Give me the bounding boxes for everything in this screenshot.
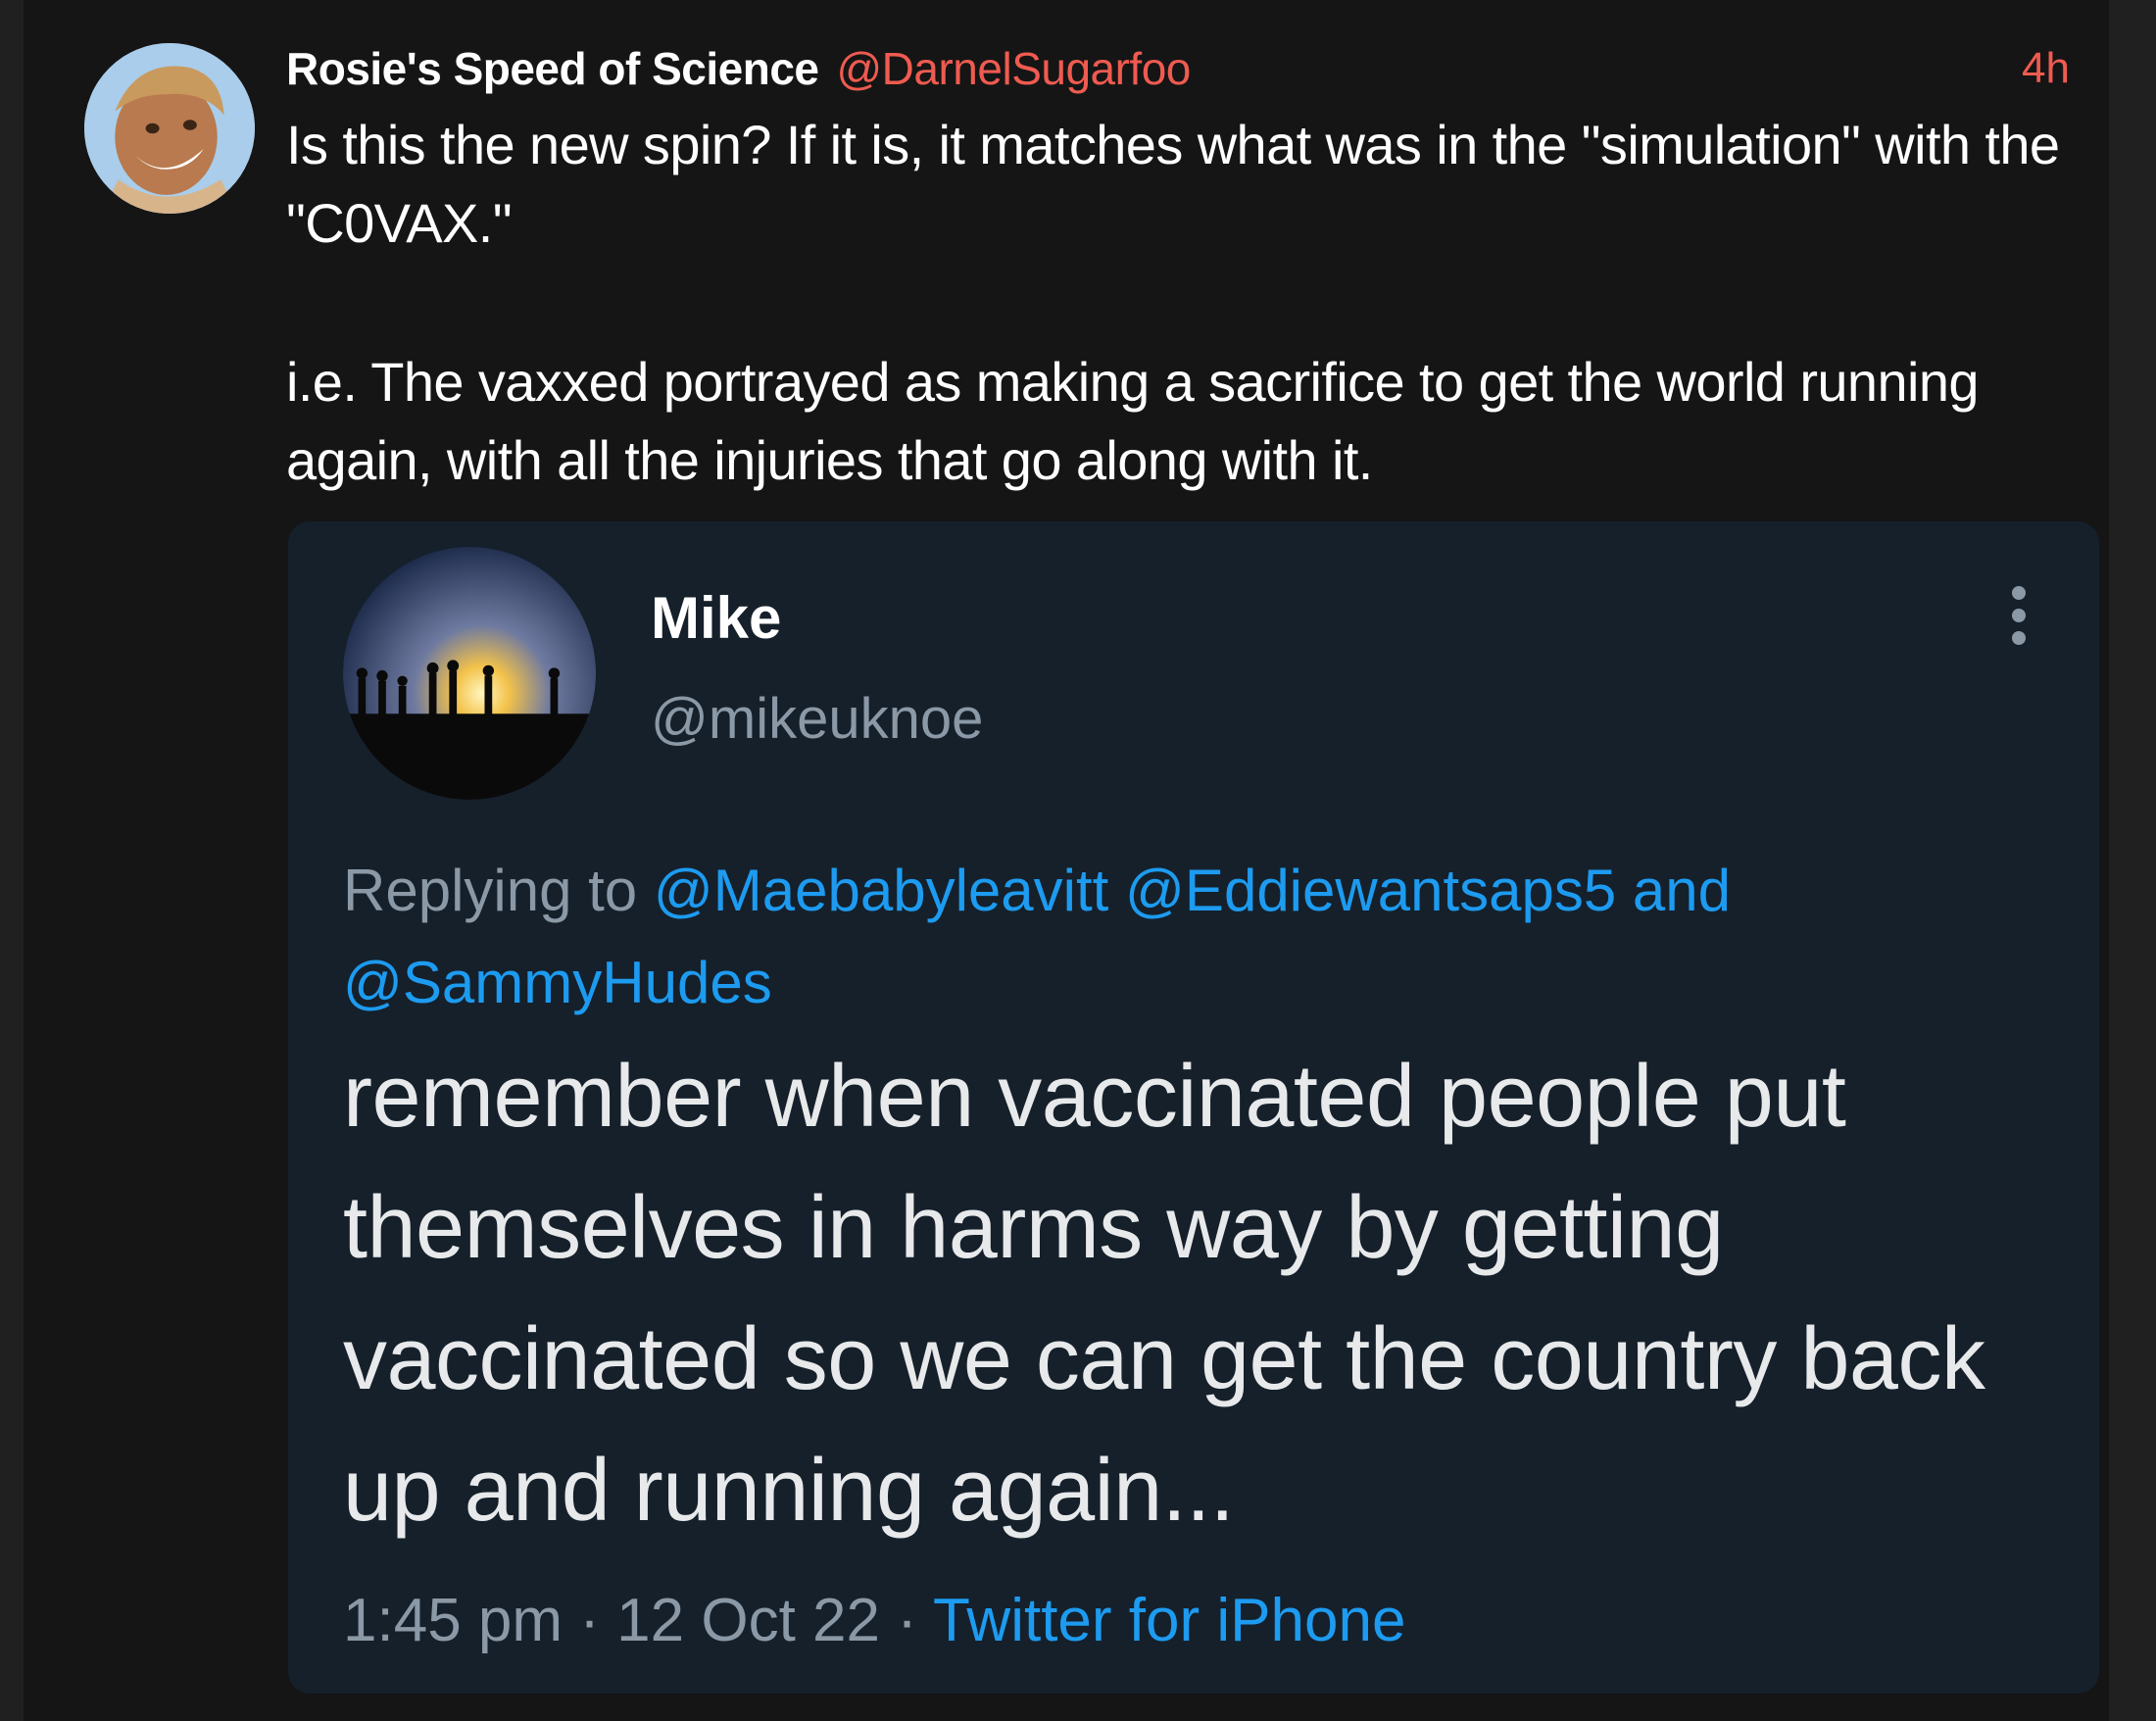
quoted-author-handle[interactable]: @mikeuknoe bbox=[651, 686, 983, 752]
post-timestamp[interactable]: 4h bbox=[2022, 39, 2070, 98]
more-dot bbox=[2012, 609, 2026, 622]
post-paragraph: Is this the new spin? If it is, it match… bbox=[286, 114, 2060, 254]
meta-separator: · bbox=[579, 1587, 600, 1654]
more-dot bbox=[2012, 586, 2026, 600]
quoted-avatar-image bbox=[343, 547, 596, 800]
post-paragraph: i.e. The vaxxed portrayed as making a sa… bbox=[286, 351, 1980, 491]
mention-link[interactable]: @Maebabyleavitt bbox=[654, 858, 1108, 923]
quoted-author-name[interactable]: Mike bbox=[651, 584, 781, 652]
mention-link[interactable]: @SammyHudes bbox=[343, 950, 772, 1015]
mention-conjunction: and bbox=[1632, 858, 1732, 923]
post-card: Rosie's Speed of Science @DarnelSugarfoo… bbox=[24, 0, 2109, 1721]
post-body: Is this the new spin? If it is, it match… bbox=[286, 106, 2109, 500]
tweet-source-link[interactable]: Twitter for iPhone bbox=[933, 1587, 1405, 1654]
quoted-tweet-meta: 1:45 pm · 12 Oct 22 · Twitter for iPhone bbox=[343, 1586, 1405, 1655]
author-handle[interactable]: @DarnelSugarfoo bbox=[836, 42, 1191, 95]
post-header: Rosie's Speed of Science @DarnelSugarfoo bbox=[286, 39, 1191, 98]
author-display-name[interactable]: Rosie's Speed of Science bbox=[286, 42, 819, 95]
author-avatar[interactable] bbox=[84, 43, 255, 214]
replying-to: Replying to @Maebabyleavitt @Eddiewantsa… bbox=[343, 845, 2048, 1029]
quoted-tweet-text: remember when vaccinated people put them… bbox=[343, 1048, 1985, 1540]
mention-link[interactable]: @Eddiewantsaps5 bbox=[1125, 858, 1616, 923]
more-dot bbox=[2012, 631, 2026, 645]
quoted-tweet[interactable]: Mike @mikeuknoe Replying to @Maebabyleav… bbox=[288, 521, 2099, 1694]
replying-to-label: Replying to bbox=[343, 858, 638, 923]
author-avatar-image bbox=[84, 43, 255, 214]
quoted-tweet-time[interactable]: 1:45 pm bbox=[343, 1587, 563, 1654]
quoted-tweet-date[interactable]: 12 Oct 22 bbox=[616, 1587, 880, 1654]
meta-separator: · bbox=[897, 1587, 917, 1654]
quoted-author-avatar[interactable] bbox=[343, 547, 596, 800]
more-vertical-icon[interactable] bbox=[2007, 586, 2031, 645]
